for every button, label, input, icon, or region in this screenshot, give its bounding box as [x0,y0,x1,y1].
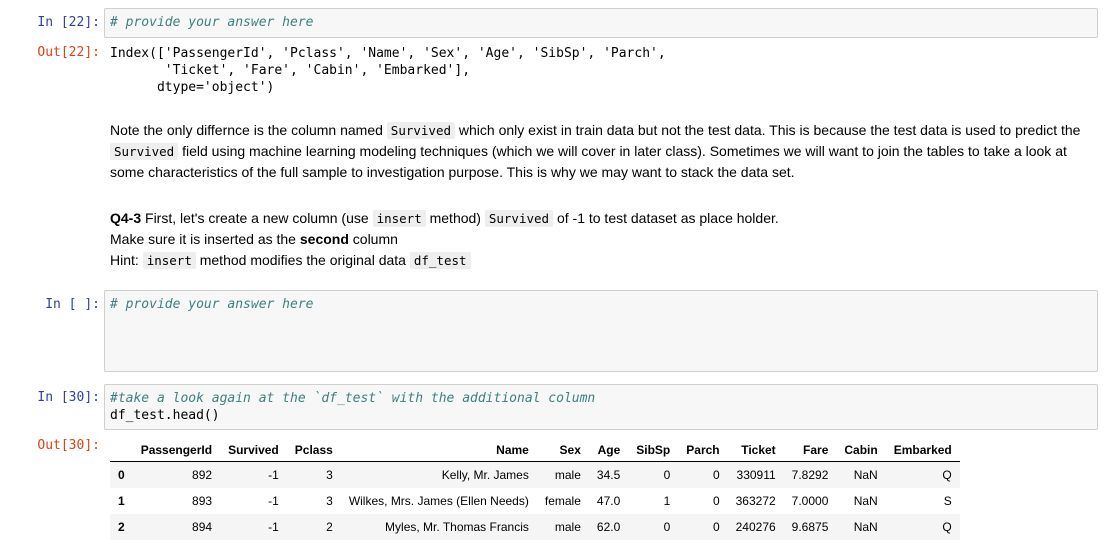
output-line: dtype='object') [110,80,275,95]
code-comment: # provide your answer here [110,297,314,312]
column-header: Age [588,438,629,462]
table-cell: 47.0 [596,494,621,508]
table-cell: 0 [663,468,671,482]
markdown-question-q4-3: Q4-3 First, let's create a new column (u… [110,208,1100,271]
table-cell: -1 [268,494,279,508]
code-comment: # provide your answer here [110,15,314,30]
cell-22-out-prompt: Out[22]: [37,45,100,60]
inline-code-df-test: df_test [409,252,471,269]
column-header: Cabin [836,438,886,462]
output-line: Index(['PassengerId', 'Pclass', 'Name', … [110,46,666,61]
column-header: Fare [783,438,837,462]
table-row: 1 893 -1 3 Wilkes, Mrs. James (Ellen Needs) f… [110,488,960,514]
table-cell: NaN [853,468,878,482]
table-cell: 240276 [735,520,776,534]
md-text: which only exist in train data but not t… [455,122,1081,138]
table-cell: 0 [712,468,720,482]
md-text: Make sure it is inserted as the [110,231,300,247]
table-cell: NaN [853,520,878,534]
table-cell: Myles, Mr. Thomas Francis [385,520,529,534]
table-cell: 3 [326,494,333,508]
table-cell: Q [942,520,952,534]
column-header [110,438,133,462]
table-cell: 363272 [735,494,776,508]
md-bold: second [299,231,349,247]
markdown-note: Note the only differnce is the column na… [110,120,1100,183]
md-text: Note the only differnce is the column na… [110,122,387,138]
column-header: Survived [220,438,287,462]
cell-30-code-editor[interactable]: #take a look again at the `df_test` with… [104,384,1098,430]
row-index: 1 [118,494,125,508]
cell-empty-code-editor[interactable]: # provide your answer here [104,290,1098,372]
table-cell: 3 [326,468,333,482]
table-header-row: PassengerId Survived Pclass Name Sex Age… [110,438,960,462]
table-cell: 0 [712,494,720,508]
table-row: 0 892 -1 3 Kelly, Mr. James male 34.5 0 0 330911 7… [110,461,960,488]
table-cell: 1 [663,494,671,508]
question-label: Q4-3 [110,210,142,226]
table-cell: female [544,494,581,508]
column-header: SibSp [628,438,679,462]
column-header: PassengerId [132,438,221,462]
md-text: column [348,231,398,247]
cell-empty-in-prompt: In [ ]: [45,297,100,312]
table-cell: male [554,520,581,534]
inline-code-insert: insert [372,210,426,227]
row-index: 2 [118,520,125,534]
md-text: of -1 to test dataset as place holder. [553,210,779,226]
inline-code-survived: Survived [110,143,179,160]
column-header: Name [340,438,537,462]
table-cell: 2 [326,520,333,534]
table-cell: Kelly, Mr. James [441,468,529,482]
md-text: method modifies the original data [195,252,410,268]
column-header: Ticket [727,438,784,462]
cell-30-in-prompt: In [30]: [37,390,100,405]
table-cell: 34.5 [596,468,621,482]
table-cell: 892 [192,468,213,482]
table-cell: Q [942,468,952,482]
md-text: method) [425,210,485,226]
row-index: 0 [118,468,125,482]
cell-22-in-prompt: In [22]: [37,15,100,30]
column-header: Embarked [885,438,960,462]
table-cell: 7.8292 [791,468,829,482]
table-cell: -1 [268,520,279,534]
table-cell: male [554,468,581,482]
inline-code-survived: Survived [484,210,554,227]
table-cell: Wilkes, Mrs. James (Ellen Needs) [348,494,529,508]
table-row: 2 894 -1 2 Myles, Mr. Thomas Francis male 62.0… [110,514,960,540]
output-line: 'Ticket', 'Fare', 'Cabin', 'Embarked'], [110,63,471,78]
md-text: Hint: [110,252,143,268]
cell-22-code-editor[interactable]: # provide your answer here [104,8,1098,38]
cell-30-out-prompt: Out[30]: [37,438,100,453]
inline-code-survived: Survived [386,122,456,139]
table-cell: 0 [663,520,671,534]
md-text: field using machine learning modeling te… [110,143,1067,180]
column-header: Parch [678,438,728,462]
table-cell: 9.6875 [791,520,829,534]
table-cell: -1 [268,468,279,482]
inline-code-insert: insert [142,252,196,269]
table-cell: S [943,494,952,508]
code-line: df_test.head() [110,408,220,423]
cell-22-output: Index(['PassengerId', 'Pclass', 'Name', … [110,45,666,96]
dataframe-output-table: PassengerId Survived Pclass Name Sex Age… [110,438,960,540]
table-cell: 62.0 [596,520,621,534]
table-cell: 893 [192,494,213,508]
table-cell: 7.0000 [791,494,829,508]
table-cell: 330911 [736,468,776,482]
table-cell: 0 [712,520,720,534]
table-cell: NaN [853,494,878,508]
column-header: Sex [536,438,589,462]
code-comment: #take a look again at the `df_test` with… [110,391,596,406]
table-cell: 894 [192,520,213,534]
md-text: First, let's create a new column (use [141,210,373,226]
column-header: Pclass [286,438,341,462]
